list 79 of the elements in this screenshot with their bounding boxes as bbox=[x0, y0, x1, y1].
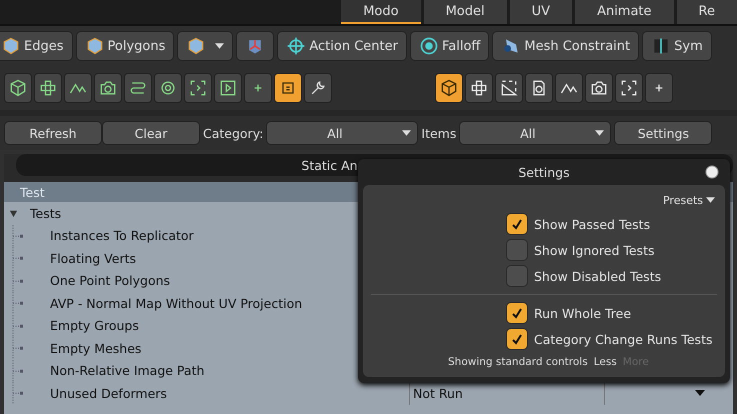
toolbar-button[interactable]: Polygons bbox=[76, 31, 174, 61]
tool-button[interactable] bbox=[435, 73, 463, 103]
status-value: Not Run bbox=[413, 386, 463, 401]
expand-triangle-icon[interactable] bbox=[9, 208, 18, 218]
option-label: Category Change Runs Tests bbox=[534, 332, 712, 346]
panel-title: Static An bbox=[301, 158, 358, 172]
checkmark-icon bbox=[510, 306, 524, 320]
toolbar-button[interactable] bbox=[236, 31, 274, 61]
tree-connector-icon bbox=[11, 382, 25, 404]
mode-tab[interactable]: UV bbox=[510, 0, 572, 24]
option-label: Run Whole Tree bbox=[534, 306, 632, 320]
tool-button[interactable] bbox=[465, 73, 493, 103]
mode-tab[interactable]: Model bbox=[424, 0, 507, 24]
tool-button[interactable] bbox=[64, 73, 92, 103]
toolbar-button[interactable]: Falloff bbox=[410, 31, 490, 61]
tool-button[interactable] bbox=[274, 73, 302, 103]
rings-icon bbox=[418, 36, 439, 56]
tool-button[interactable] bbox=[94, 73, 122, 103]
tool-button[interactable] bbox=[184, 73, 212, 103]
items-dropdown[interactable]: All bbox=[459, 121, 612, 145]
refresh-button[interactable]: Refresh bbox=[4, 121, 102, 145]
option-label: Show Ignored Tests bbox=[534, 242, 654, 258]
tool-button[interactable] bbox=[154, 73, 182, 103]
frame-icon bbox=[188, 78, 208, 98]
category-label: Category: bbox=[203, 126, 264, 140]
controls-status-text: Showing standard controls bbox=[448, 356, 588, 368]
checkbox[interactable] bbox=[506, 239, 528, 261]
tree-connector-icon bbox=[11, 247, 25, 270]
checkbox[interactable] bbox=[506, 265, 528, 287]
tree-connector-icon bbox=[11, 270, 25, 292]
caret-icon[interactable] bbox=[695, 390, 705, 396]
frame-icon bbox=[619, 78, 639, 98]
move-icon bbox=[38, 78, 58, 98]
toolbar-button[interactable]: Edges bbox=[0, 31, 72, 61]
move-icon bbox=[469, 78, 489, 98]
caret-icon bbox=[595, 130, 604, 136]
tool-button[interactable] bbox=[525, 73, 553, 103]
checkmark-icon bbox=[510, 332, 524, 346]
circle-icon[interactable] bbox=[705, 165, 719, 179]
clear-button[interactable]: Clear bbox=[102, 121, 200, 145]
tool-button[interactable] bbox=[615, 73, 643, 103]
checkbox[interactable] bbox=[506, 213, 528, 235]
tool-button[interactable] bbox=[214, 73, 242, 103]
checkbox[interactable] bbox=[506, 328, 528, 350]
option-label: Show Disabled Tests bbox=[534, 268, 662, 284]
selection-dropdown[interactable] bbox=[177, 31, 234, 61]
popup-title: Settings bbox=[518, 164, 570, 180]
toolbar-button[interactable]: Action Center bbox=[277, 31, 407, 61]
toolbar-button[interactable]: Sym bbox=[642, 31, 712, 61]
checkbox[interactable] bbox=[506, 302, 528, 324]
tool-button[interactable] bbox=[4, 73, 32, 103]
tree-connector-icon bbox=[11, 360, 25, 382]
tree-connector-icon bbox=[11, 337, 25, 360]
mode-tab[interactable]: Modo bbox=[341, 0, 421, 24]
tree-connector-icon bbox=[11, 224, 25, 247]
caret-icon bbox=[215, 43, 224, 49]
checkmark-icon bbox=[510, 217, 524, 231]
tool-button[interactable] bbox=[555, 73, 583, 103]
tool-button[interactable] bbox=[495, 73, 523, 103]
tree-connector-icon bbox=[11, 314, 25, 337]
mode-tab[interactable]: Animate bbox=[575, 0, 674, 24]
mode-tab[interactable]: Re bbox=[676, 0, 737, 24]
option-label: Show Passed Tests bbox=[534, 216, 650, 232]
select-icon bbox=[499, 78, 519, 98]
crosshair-icon bbox=[286, 36, 306, 56]
items-label: Items bbox=[421, 126, 456, 140]
category-dropdown[interactable]: All bbox=[266, 121, 418, 145]
toolbar-button[interactable]: Mesh Constraint bbox=[492, 31, 640, 61]
tool-button[interactable] bbox=[34, 73, 62, 103]
tree-connector-icon bbox=[11, 292, 25, 314]
settings-button[interactable]: Settings bbox=[614, 121, 712, 145]
caret-icon bbox=[402, 130, 412, 136]
tree-item[interactable]: Tests bbox=[30, 206, 62, 221]
tree-item[interactable]: Unused Deformers bbox=[25, 386, 409, 401]
play-icon bbox=[218, 78, 238, 98]
toggle-link[interactable]: Less bbox=[594, 356, 617, 368]
tool-button[interactable] bbox=[304, 73, 332, 103]
tool-button[interactable] bbox=[585, 73, 613, 103]
tool-button[interactable] bbox=[124, 73, 152, 103]
